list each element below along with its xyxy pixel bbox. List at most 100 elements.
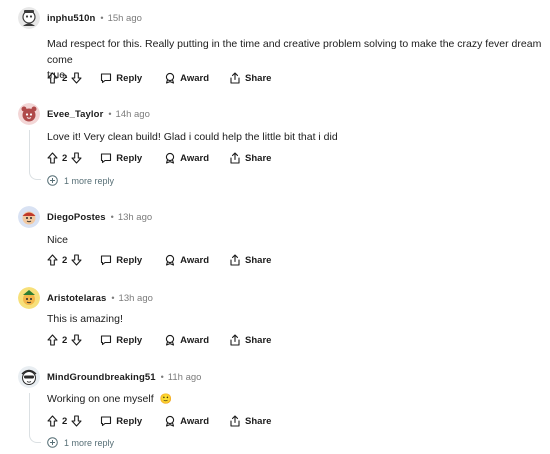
award-button[interactable]: Award xyxy=(164,334,209,346)
comment-header: Aristotelaras • 13h ago xyxy=(18,286,153,310)
thread-line xyxy=(29,130,30,170)
comment-actions: 2 Reply Award Share xyxy=(47,251,271,269)
upvote-icon[interactable] xyxy=(47,72,58,84)
username[interactable]: Evee_Taylor xyxy=(47,109,103,120)
award-button[interactable]: Award xyxy=(164,415,209,427)
upvote-icon[interactable] xyxy=(47,152,58,164)
reply-icon xyxy=(100,72,112,84)
timestamp[interactable]: 15h ago xyxy=(108,13,142,24)
reply-label: Reply xyxy=(116,152,143,164)
reply-label: Reply xyxy=(116,334,143,346)
comment-text-line: Mad respect for this. Really putting in … xyxy=(47,38,542,66)
vote-count: 2 xyxy=(62,72,68,84)
downvote-icon[interactable] xyxy=(71,152,82,164)
comment-header: DiegoPostes • 13h ago xyxy=(18,205,152,229)
comment-actions: 2 Reply Award Share xyxy=(47,412,271,430)
vote-count: 2 xyxy=(62,334,68,346)
share-label: Share xyxy=(245,254,272,266)
share-button[interactable]: Share xyxy=(229,72,271,84)
reply-button[interactable]: Reply xyxy=(100,254,142,266)
share-button[interactable]: Share xyxy=(229,415,271,427)
comment-actions: 2 Reply Award Share xyxy=(47,149,271,167)
emoji: 🙂 xyxy=(159,394,172,405)
comment-header: Evee_Taylor • 14h ago xyxy=(18,102,150,126)
more-replies-link[interactable]: 1 more reply xyxy=(47,437,114,448)
share-label: Share xyxy=(245,334,272,346)
comment-thread: inphu510n • 15h ago Mad respect for this… xyxy=(0,0,550,454)
comment-header: MindGroundbreaking51 • 11h ago xyxy=(18,365,201,389)
reply-icon xyxy=(100,152,112,164)
award-icon xyxy=(164,254,175,266)
downvote-icon[interactable] xyxy=(71,334,82,346)
award-label: Award xyxy=(180,254,210,266)
award-button[interactable]: Award xyxy=(164,72,209,84)
reply-button[interactable]: Reply xyxy=(100,415,142,427)
comment-body: This is amazing! xyxy=(47,313,123,325)
upvote-icon[interactable] xyxy=(47,254,58,266)
share-button[interactable]: Share xyxy=(229,334,271,346)
comment-body: Working on one myself 🙂 xyxy=(47,392,542,408)
award-label: Award xyxy=(180,334,210,346)
comment-body: Nice xyxy=(47,234,69,246)
timestamp[interactable]: 14h ago xyxy=(116,109,150,120)
award-icon xyxy=(164,72,175,84)
username[interactable]: Aristotelaras xyxy=(47,293,106,304)
plus-circle-icon xyxy=(47,175,58,186)
avatar[interactable] xyxy=(18,366,40,388)
reply-label: Reply xyxy=(116,415,143,427)
username[interactable]: MindGroundbreaking51 xyxy=(47,372,156,383)
avatar[interactable] xyxy=(18,206,40,228)
more-replies-label: 1 more reply xyxy=(64,175,115,186)
more-replies-link[interactable]: 1 more reply xyxy=(47,175,114,186)
avatar[interactable] xyxy=(18,103,40,125)
award-button[interactable]: Award xyxy=(164,152,209,164)
timestamp[interactable]: 13h ago xyxy=(118,212,152,223)
share-label: Share xyxy=(245,72,272,84)
share-label: Share xyxy=(245,415,272,427)
share-icon xyxy=(229,72,240,84)
vote-count: 2 xyxy=(62,254,68,266)
upvote-icon[interactable] xyxy=(47,334,58,346)
award-button[interactable]: Award xyxy=(164,254,209,266)
share-icon xyxy=(229,152,240,164)
award-label: Award xyxy=(180,415,210,427)
reply-icon xyxy=(100,254,112,266)
share-button[interactable]: Share xyxy=(229,254,271,266)
share-label: Share xyxy=(245,152,272,164)
vote-count: 2 xyxy=(62,152,68,164)
thread-elbow xyxy=(29,433,41,443)
upvote-icon[interactable] xyxy=(47,415,58,427)
award-label: Award xyxy=(180,152,210,164)
separator-dot: • xyxy=(108,109,112,119)
reply-label: Reply xyxy=(116,72,143,84)
separator-dot: • xyxy=(110,212,114,222)
avatar[interactable] xyxy=(18,287,40,309)
username[interactable]: DiegoPostes xyxy=(47,212,106,223)
share-button[interactable]: Share xyxy=(229,152,271,164)
comment-actions: 2 Reply Award Share xyxy=(47,331,271,349)
avatar[interactable] xyxy=(18,7,40,29)
award-label: Award xyxy=(180,72,210,84)
comment-actions: 2 Reply Award Share xyxy=(47,69,271,87)
downvote-icon[interactable] xyxy=(71,72,82,84)
more-replies-label: 1 more reply xyxy=(64,437,115,448)
share-icon xyxy=(229,334,240,346)
timestamp[interactable]: 11h ago xyxy=(168,372,202,383)
award-icon xyxy=(164,334,175,346)
downvote-icon[interactable] xyxy=(71,415,82,427)
reply-label: Reply xyxy=(116,254,143,266)
vote-count: 2 xyxy=(62,415,68,427)
reply-button[interactable]: Reply xyxy=(100,72,142,84)
username[interactable]: inphu510n xyxy=(47,13,95,24)
reply-button[interactable]: Reply xyxy=(100,334,142,346)
award-icon xyxy=(164,415,175,427)
reply-button[interactable]: Reply xyxy=(100,152,142,164)
thread-elbow xyxy=(29,170,41,180)
comment-header: inphu510n • 15h ago xyxy=(18,6,142,30)
separator-dot: • xyxy=(100,13,104,23)
timestamp[interactable]: 13h ago xyxy=(119,293,153,304)
reply-icon xyxy=(100,334,112,346)
thread-line xyxy=(29,393,30,433)
comment-text: Working on one myself xyxy=(47,393,154,405)
downvote-icon[interactable] xyxy=(71,254,82,266)
